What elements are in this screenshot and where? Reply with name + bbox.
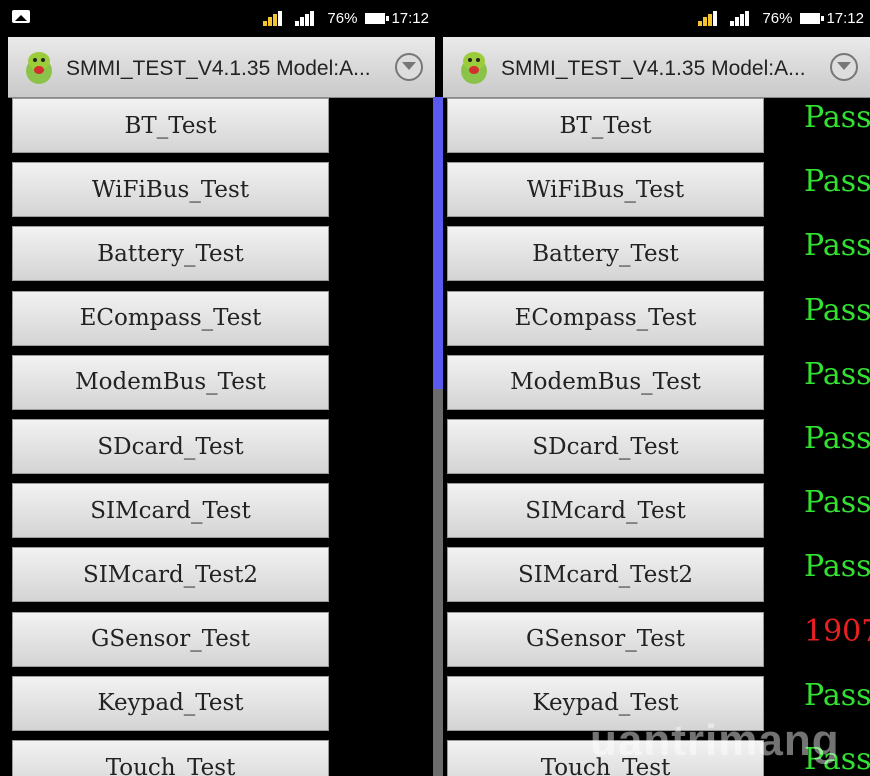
app-title: SMMI_TEST_V4.1.35 Model:A... [501, 57, 806, 80]
battery-icon [365, 13, 390, 24]
status-bar: 76% 17:12 [0, 0, 435, 37]
test-button[interactable]: BT_Test [12, 98, 329, 153]
test-button[interactable]: WiFiBus_Test [12, 162, 329, 218]
test-result: Pass [804, 100, 870, 135]
test-button[interactable]: ECompass_Test [12, 290, 329, 346]
signal-2-icon [730, 11, 756, 26]
test-result: Pass [804, 292, 870, 328]
test-button[interactable]: SIMcard_Test2 [447, 547, 764, 603]
test-result: Pass [804, 677, 870, 713]
test-button[interactable]: ModemBus_Test [447, 354, 764, 410]
test-result: Pass [804, 485, 870, 521]
test-result: Pass [804, 549, 870, 585]
signal-icon [263, 11, 289, 26]
test-button[interactable]: SIMcard_Test [447, 483, 764, 539]
clock: 17:12 [391, 10, 429, 27]
test-button[interactable]: SIMcard_Test2 [12, 547, 329, 603]
test-button[interactable]: Battery_Test [12, 226, 329, 282]
test-button[interactable]: Keypad_Test [12, 675, 329, 731]
app-title: SMMI_TEST_V4.1.35 Model:A... [66, 57, 371, 80]
test-button[interactable]: BT_Test [447, 98, 764, 153]
app-title-bar: SMMI_TEST_V4.1.35 Model:A... [443, 37, 870, 98]
test-button[interactable]: Touch_Test [12, 740, 329, 776]
battery-icon [800, 13, 825, 24]
status-bar: 76% 17:12 [435, 0, 870, 37]
test-button[interactable]: Battery_Test [447, 226, 764, 282]
test-button[interactable]: ModemBus_Test [12, 354, 329, 410]
test-button[interactable]: GSensor_Test [447, 611, 764, 667]
app-title-bar: SMMI_TEST_V4.1.35 Model:A... [8, 37, 435, 98]
battery-percent: 76% [327, 10, 358, 27]
android-app-icon [461, 52, 487, 84]
android-app-icon [26, 52, 52, 84]
test-result: Pass [804, 228, 870, 264]
signal-icon [698, 11, 724, 26]
test-button[interactable]: GSensor_Test [12, 611, 329, 667]
image-notification-icon [12, 10, 30, 23]
signal-2-icon [295, 11, 321, 26]
test-button[interactable]: SDcard_Test [12, 419, 329, 474]
scrollbar[interactable] [433, 97, 443, 776]
test-result: Pass [804, 356, 870, 392]
overflow-menu-icon[interactable] [395, 53, 423, 81]
watermark: uantrimang [590, 716, 840, 765]
battery-percent: 76% [762, 10, 793, 27]
test-button[interactable]: WiFiBus_Test [447, 162, 764, 218]
overflow-menu-icon[interactable] [830, 53, 858, 81]
test-button[interactable]: SIMcard_Test [12, 483, 329, 539]
scroll-thumb[interactable] [433, 97, 443, 389]
test-result: Pass [804, 421, 870, 456]
clock: 17:12 [826, 10, 864, 27]
test-button[interactable]: ECompass_Test [447, 290, 764, 346]
test-result: 1907 [804, 613, 870, 649]
left-screen: 76% 17:12 SMMI_TEST_V4.1.35 Model:A... B… [0, 0, 435, 776]
test-result: Pass [804, 164, 870, 200]
test-button[interactable]: SDcard_Test [447, 419, 764, 474]
right-screen: 76% 17:12 SMMI_TEST_V4.1.35 Model:A... B… [435, 0, 870, 776]
